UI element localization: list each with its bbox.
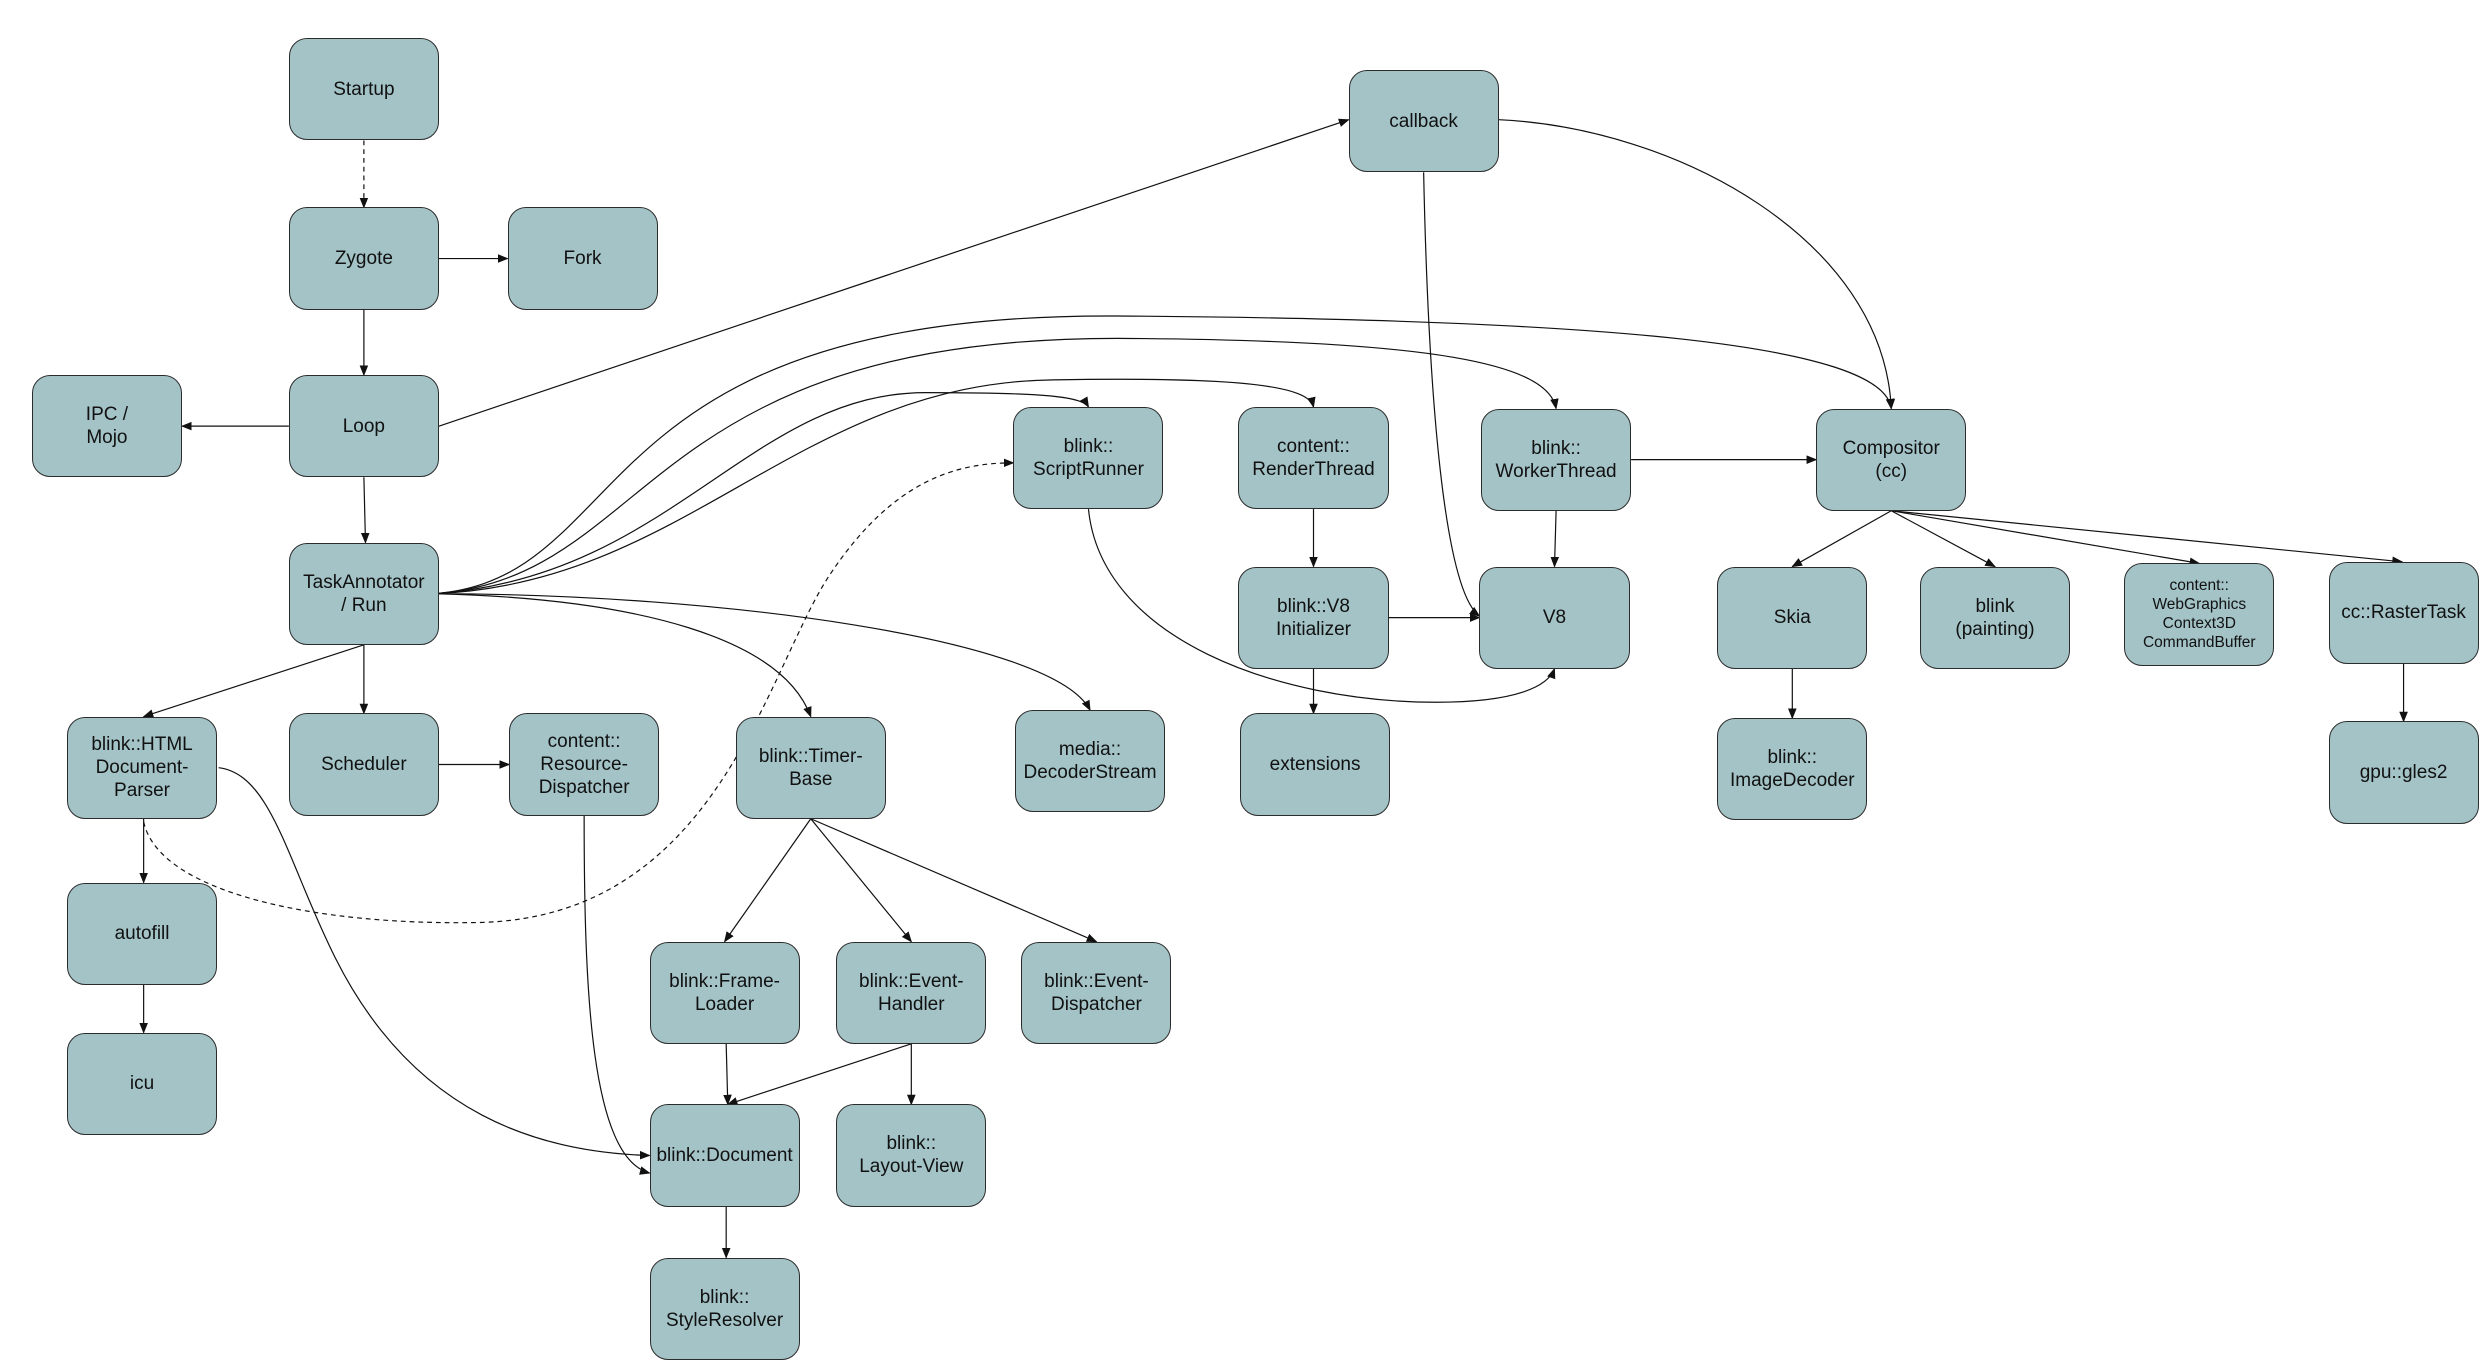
node-callback: callback [1348, 70, 1499, 173]
node-label: blink::HTML Document- Parser [91, 734, 193, 802]
node-label: IPC / Mojo [85, 404, 129, 449]
node-ipc: IPC / Mojo [31, 375, 182, 478]
edge-loop-to-taskannotator [360, 477, 370, 544]
edge-timerbase-to-eventhandler [810, 818, 912, 943]
node-label: blink:: WorkerThread [1495, 437, 1617, 482]
node-label: blink:: StyleResolver [665, 1286, 784, 1331]
edges-layer [139, 118, 2408, 1259]
node-label: Scheduler [321, 753, 407, 775]
node-eventhandler: blink::Event- Handler [836, 941, 987, 1044]
node-label: icu [129, 1073, 155, 1095]
node-label: content:: WebGraphics Context3D CommandB… [2142, 577, 2256, 652]
node-document: blink::Document [649, 1104, 800, 1207]
edge-timerbase-to-eventdispatcher [810, 818, 1098, 943]
node-label: blink::Document [656, 1144, 793, 1166]
node-v8init: blink::V8 Initializer [1238, 566, 1389, 669]
node-skia: Skia [1717, 566, 1868, 669]
node-eventdispatcher: blink::Event- Dispatcher [1021, 941, 1172, 1044]
node-rastertask: cc::RasterTask [2328, 561, 2479, 664]
node-label: gpu::gles2 [2359, 761, 2448, 783]
node-label: blink:: Layout-View [859, 1133, 964, 1178]
node-label: blink:: ScriptRunner [1033, 436, 1144, 481]
node-scriptrunner: blink:: ScriptRunner [1013, 406, 1164, 510]
node-label: callback [1389, 110, 1458, 132]
edge-taskannotator-to-renderthread [434, 378, 1316, 595]
node-zygote: Zygote [288, 207, 439, 310]
node-webgraphics: content:: WebGraphics Context3D CommandB… [2124, 563, 2275, 666]
node-label: blink:: ImageDecoder [1729, 747, 1855, 792]
node-label: blink::Event- Handler [859, 970, 964, 1015]
node-label: blink::Frame- Loader [669, 970, 780, 1015]
edge-taskannotator-to-scriptrunner [434, 392, 1090, 595]
node-label: TaskAnnotator / Run [303, 571, 425, 616]
node-label: autofill [114, 923, 170, 945]
node-scheduler: Scheduler [288, 713, 439, 816]
node-v8: V8 [1479, 566, 1630, 669]
edge-eventhandler-to-document [726, 1043, 912, 1106]
node-taskannotator: TaskAnnotator / Run [288, 542, 439, 645]
node-layoutview: blink:: Layout-View [836, 1104, 987, 1207]
edge-workerthread-to-v8 [1550, 510, 1560, 568]
edge-htmlparser-to-scriptrunner [143, 458, 1015, 924]
node-extensions: extensions [1240, 713, 1391, 816]
node-renderthread: content:: RenderThread [1238, 406, 1389, 510]
edge-htmlparser-to-document [218, 767, 651, 1160]
node-gles2: gpu::gles2 [2328, 721, 2479, 824]
node-label: blink::V8 Initializer [1276, 595, 1351, 640]
edge-taskannotator-to-timerbase [434, 593, 812, 718]
node-styleresolver: blink:: StyleResolver [649, 1257, 800, 1360]
node-painting: blink (painting) [1919, 566, 2070, 669]
node-resourcedispatcher: content:: Resource- Dispatcher [509, 713, 660, 816]
node-imagedecoder: blink:: ImageDecoder [1717, 718, 1868, 821]
node-startup: Startup [288, 38, 439, 141]
node-autofill: autofill [67, 882, 218, 985]
node-workerthread: blink:: WorkerThread [1481, 408, 1632, 511]
node-label: content:: RenderThread [1252, 436, 1375, 481]
node-timerbase: blink::Timer- Base [735, 716, 886, 819]
node-label: media:: DecoderStream [1023, 739, 1157, 784]
node-label: blink::Event- Dispatcher [1044, 970, 1149, 1015]
edge-frameloader-to-document [723, 1043, 732, 1106]
node-label: Fork [563, 248, 602, 270]
edge-callback-to-compositor [1498, 119, 1896, 410]
node-fork: Fork [507, 207, 658, 310]
node-label: Startup [333, 78, 395, 100]
node-loop: Loop [288, 375, 439, 478]
node-decoderstream: media:: DecoderStream [1015, 710, 1166, 813]
node-label: blink (painting) [1955, 595, 2035, 640]
node-label: V8 [1542, 607, 1567, 629]
node-label: Loop [342, 415, 386, 437]
edge-taskannotator-to-htmlparser [142, 644, 365, 718]
node-label: Zygote [334, 248, 393, 270]
edge-callback-to-v8 [1423, 172, 1481, 617]
node-label: blink::Timer- Base [758, 745, 863, 790]
node-label: Skia [1773, 607, 1811, 629]
edge-timerbase-to-frameloader [723, 818, 812, 943]
node-label: Compositor (cc) [1842, 437, 1940, 482]
edge-compositor-to-skia [1791, 510, 1892, 568]
node-icu: icu [67, 1032, 218, 1135]
node-frameloader: blink::Frame- Loader [649, 941, 800, 1044]
node-label: cc::RasterTask [2341, 602, 2466, 624]
node-label: content:: Resource- Dispatcher [538, 730, 630, 798]
node-label: extensions [1269, 753, 1361, 775]
node-htmlparser: blink::HTML Document- Parser [67, 716, 218, 819]
edge-taskannotator-to-decoderstream [434, 593, 1091, 712]
node-compositor: Compositor (cc) [1816, 408, 1967, 511]
